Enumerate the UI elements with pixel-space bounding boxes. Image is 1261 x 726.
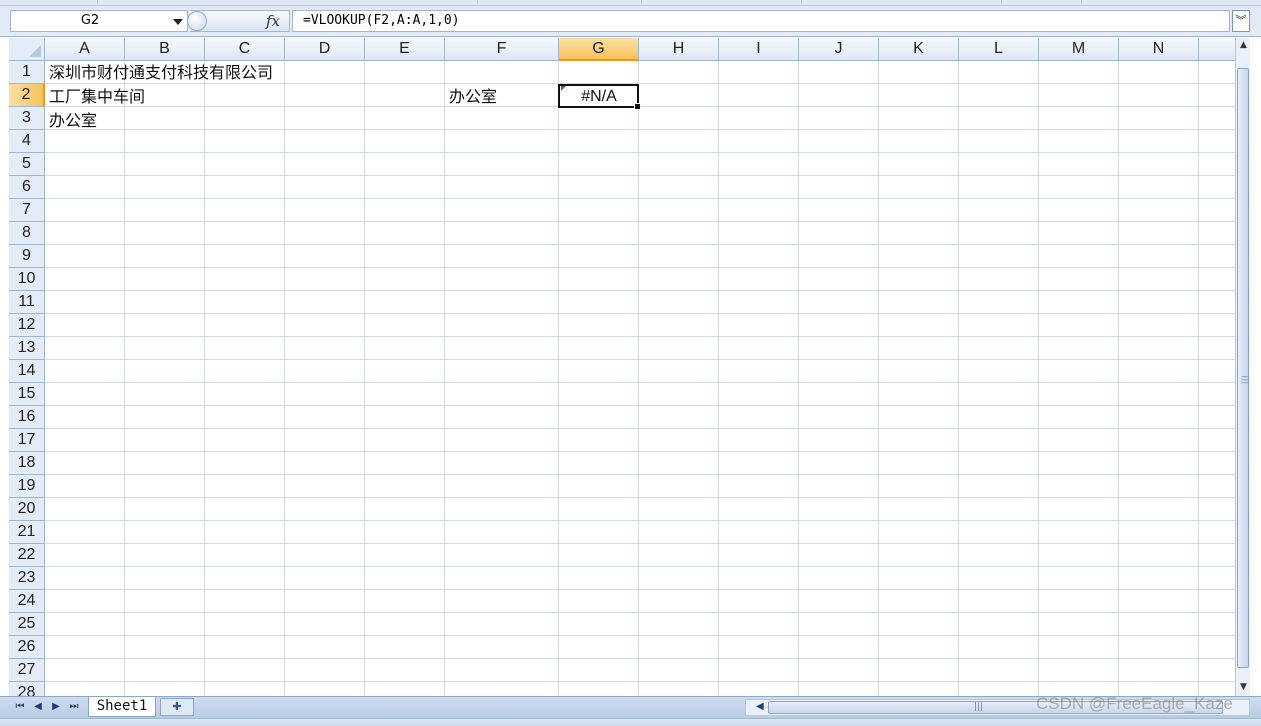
vertical-scrollbar[interactable]: ▲ — — — ▼ [1235,38,1250,696]
row-header-4[interactable]: 4 [9,130,45,153]
fx-icon[interactable]: fx [266,12,280,30]
row-header-21[interactable]: 21 [9,521,45,544]
column-header-partial[interactable] [1199,38,1235,61]
column-header-E[interactable]: E [365,38,445,61]
cell-F2[interactable]: 办公室 [445,85,559,108]
last-sheet-icon[interactable]: ⏭ [68,701,80,713]
select-all-corner[interactable] [9,38,45,61]
column-header-A[interactable]: A [45,38,125,61]
row-header-20[interactable]: 20 [9,498,45,521]
formula-bar-controls: fx [187,10,290,32]
column-header-C[interactable]: C [205,38,285,61]
row-header-28[interactable]: 28 [9,682,45,696]
column-header-J[interactable]: J [799,38,879,61]
cell-G2[interactable]: #N/A [559,85,639,108]
scroll-up-icon[interactable]: ▲ [1237,38,1250,52]
formula-bar-resize-handle[interactable] [187,11,207,31]
row-header-12[interactable]: 12 [9,314,45,337]
formula-input[interactable]: =VLOOKUP(F2,A:A,1,0) [292,10,1230,32]
scroll-left-icon[interactable]: ◀ [756,701,764,712]
grip-icon: — — — [1241,372,1249,387]
name-box-value: G2 [80,13,100,28]
row-header-6[interactable]: 6 [9,176,45,199]
grip-icon: ||| [974,702,984,712]
column-header-I[interactable]: I [719,38,799,61]
column-header-M[interactable]: M [1039,38,1119,61]
row-header-15[interactable]: 15 [9,383,45,406]
first-sheet-icon[interactable]: ⏮ [14,701,26,713]
row-header-17[interactable]: 17 [9,429,45,452]
row-header-22[interactable]: 22 [9,544,45,567]
row-header-18[interactable]: 18 [9,452,45,475]
dropdown-arrow-icon[interactable] [173,19,183,25]
window-edge [1252,38,1261,698]
new-sheet-icon[interactable]: ✚ [160,698,194,716]
row-header-16[interactable]: 16 [9,406,45,429]
column-header-D[interactable]: D [285,38,365,61]
error-indicator-icon[interactable] [561,86,566,91]
sheet-tab-sheet1[interactable]: Sheet1 [88,697,156,717]
worksheet-grid[interactable]: ABCDEFGHIJKLMN 1 2 3 4 5 6 7 8 9 10 11 12 13 14 15 16 17… [9,38,1235,696]
row-header-25[interactable]: 25 [9,613,45,636]
row-header-7[interactable]: 7 [9,199,45,222]
row-header-11[interactable]: 11 [9,291,45,314]
row-header-27[interactable]: 27 [9,659,45,682]
expand-formula-bar-button[interactable]: ︾ [1232,10,1250,32]
cell-A1[interactable]: 深圳市财付通支付科技有限公司 [45,61,449,84]
row-header-26[interactable]: 26 [9,636,45,659]
scroll-down-icon[interactable]: ▼ [1237,680,1250,694]
row-header-19[interactable]: 19 [9,475,45,498]
row-header-3[interactable]: 3 [9,107,45,130]
cell-A3[interactable]: 办公室 [45,109,125,132]
row-header-2[interactable]: 2 [9,84,45,107]
row-header-8[interactable]: 8 [9,222,45,245]
column-header-N[interactable]: N [1119,38,1199,61]
row-header-10[interactable]: 10 [9,268,45,291]
formula-bar: G2 fx =VLOOKUP(F2,A:A,1,0) ︾ [0,6,1261,37]
next-sheet-icon[interactable]: ▶ [50,701,62,713]
row-header-13[interactable]: 13 [9,337,45,360]
row-header-24[interactable]: 24 [9,590,45,613]
column-header-K[interactable]: K [879,38,959,61]
name-box[interactable]: G2 [10,10,188,32]
row-header-23[interactable]: 23 [9,567,45,590]
column-header-B[interactable]: B [125,38,205,61]
watermark: CSDN @FreeEagle_Kaze [1036,694,1233,713]
column-header-L[interactable]: L [959,38,1039,61]
row-header-14[interactable]: 14 [9,360,45,383]
prev-sheet-icon[interactable]: ◀ [32,701,44,713]
row-header-5[interactable]: 5 [9,153,45,176]
vertical-scroll-thumb[interactable]: — — — [1237,68,1249,668]
column-header-G[interactable]: G [559,38,639,61]
row-header-9[interactable]: 9 [9,245,45,268]
row-header-1[interactable]: 1 [9,61,45,84]
column-header-H[interactable]: H [639,38,719,61]
column-header-F[interactable]: F [445,38,559,61]
cell-A2[interactable]: 工厂集中车间 [45,85,199,108]
